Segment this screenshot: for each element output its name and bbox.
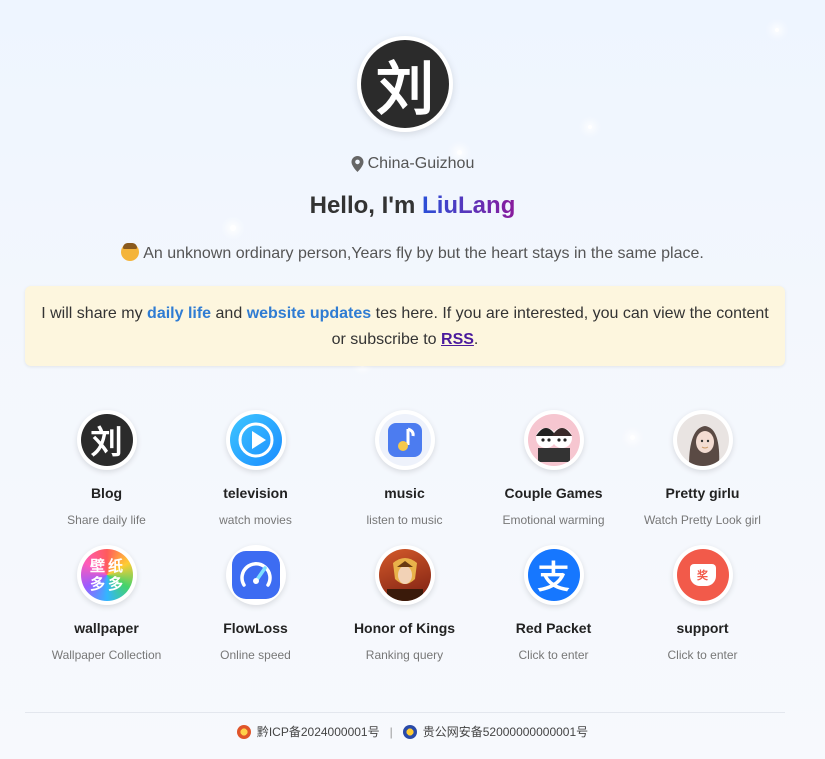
app-title: Pretty girlu — [665, 485, 740, 501]
wallpaper-char: 壁 — [89, 557, 105, 575]
app-card-support[interactable]: 奖 support Click to enter — [628, 545, 777, 680]
couple-icon — [527, 414, 580, 466]
app-card-red-packet[interactable]: 支 Red Packet Click to enter — [479, 545, 628, 680]
game-hero-icon — [378, 549, 431, 601]
app-card-wallpaper[interactable]: 壁 纸 多 多 wallpaper Wallpaper Collection — [32, 545, 181, 680]
app-title: wallpaper — [74, 620, 139, 636]
notice-text: and — [215, 305, 243, 322]
app-desc: Ranking query — [365, 648, 444, 662]
app-desc: Share daily life — [67, 513, 146, 527]
notice-box: I will share my daily life and website u… — [25, 286, 785, 366]
wallpaper-char: 纸 — [107, 557, 123, 575]
map-pin-icon — [351, 156, 364, 172]
prize-char: 奖 — [689, 564, 716, 586]
location-text: China-Guizhou — [367, 155, 475, 172]
police-badge-icon — [402, 724, 417, 739]
alipay-icon: 支 — [527, 549, 580, 601]
app-desc: listen to music — [366, 513, 443, 527]
app-card-honor-of-kings[interactable]: Honor of Kings Ranking query — [330, 545, 479, 680]
app-desc: Watch Pretty Look girl — [644, 513, 761, 527]
app-card-pretty-girlu[interactable]: Pretty girlu Watch Pretty Look girl — [628, 410, 777, 545]
app-card-flowloss[interactable]: FlowLoss Online speed — [181, 545, 330, 680]
wallpaper-char: 多 — [107, 575, 123, 593]
avatar: 刘 — [361, 40, 449, 128]
location: China-Guizhou — [0, 155, 825, 173]
app-title: music — [384, 485, 425, 501]
notice-text-end: . — [473, 331, 479, 348]
sparkle — [588, 125, 592, 129]
play-icon — [229, 414, 282, 466]
app-title: FlowLoss — [223, 620, 288, 636]
app-grid: 刘 Blog Share daily life television watch… — [32, 410, 777, 680]
emoji-face-icon — [121, 243, 140, 261]
music-note-icon — [378, 414, 431, 466]
liu-avatar-icon: 刘 — [80, 414, 133, 466]
girl-photo-icon — [676, 414, 729, 466]
sparkle — [230, 225, 236, 231]
notice-highlight-daily-life: daily life — [147, 305, 212, 322]
footer-separator: | — [389, 724, 393, 739]
notice-text: I will share my — [41, 305, 143, 322]
icp-link[interactable]: 黔ICP备2024000001号 — [257, 723, 380, 740]
wallpaper-icon: 壁 纸 多 多 — [80, 549, 133, 601]
app-card-music[interactable]: music listen to music — [330, 410, 479, 545]
app-desc: Click to enter — [667, 648, 738, 662]
app-card-television[interactable]: television watch movies — [181, 410, 330, 545]
rss-link[interactable]: RSS — [441, 331, 474, 348]
app-title: television — [223, 485, 288, 501]
app-card-couple-games[interactable]: Couple Games Emotional warming — [479, 410, 628, 545]
greeting-prefix: Hello, I'm — [309, 192, 416, 219]
icp-badge-icon — [236, 724, 251, 739]
motto: An unknown ordinary person,Years fly by … — [0, 243, 825, 263]
app-card-blog[interactable]: 刘 Blog Share daily life — [32, 410, 181, 545]
notice-text: tes here. If you are interested, you can… — [331, 305, 769, 348]
police-record-link[interactable]: 贵公网安备52000000000001号 — [423, 723, 588, 740]
wallpaper-char: 多 — [89, 575, 105, 593]
sparkle — [775, 28, 779, 32]
app-desc: Online speed — [220, 648, 291, 662]
notice-highlight-website-updates: website updates — [246, 305, 372, 322]
motto-text: An unknown ordinary person,Years fly by … — [143, 245, 704, 262]
profile-avatar: 刘 — [357, 36, 453, 132]
app-desc: Wallpaper Collection — [51, 648, 162, 662]
app-title: Blog — [90, 485, 123, 501]
app-title: support — [676, 620, 729, 636]
footer-divider — [25, 712, 785, 713]
app-desc: Click to enter — [518, 648, 589, 662]
profile-name: LiuLang — [422, 192, 516, 219]
red-envelope-icon: 奖 — [676, 549, 729, 601]
app-title: Couple Games — [504, 485, 603, 501]
greeting-heading: Hello, I'm LiuLang — [0, 192, 825, 220]
app-title: Honor of Kings — [353, 620, 456, 636]
app-desc: Emotional warming — [502, 513, 605, 527]
footer: 黔ICP备2024000001号 | 贵公网安备52000000000001号 — [0, 723, 825, 740]
speedometer-icon — [231, 551, 280, 599]
app-title: Red Packet — [515, 620, 592, 636]
app-desc: watch movies — [219, 513, 292, 527]
